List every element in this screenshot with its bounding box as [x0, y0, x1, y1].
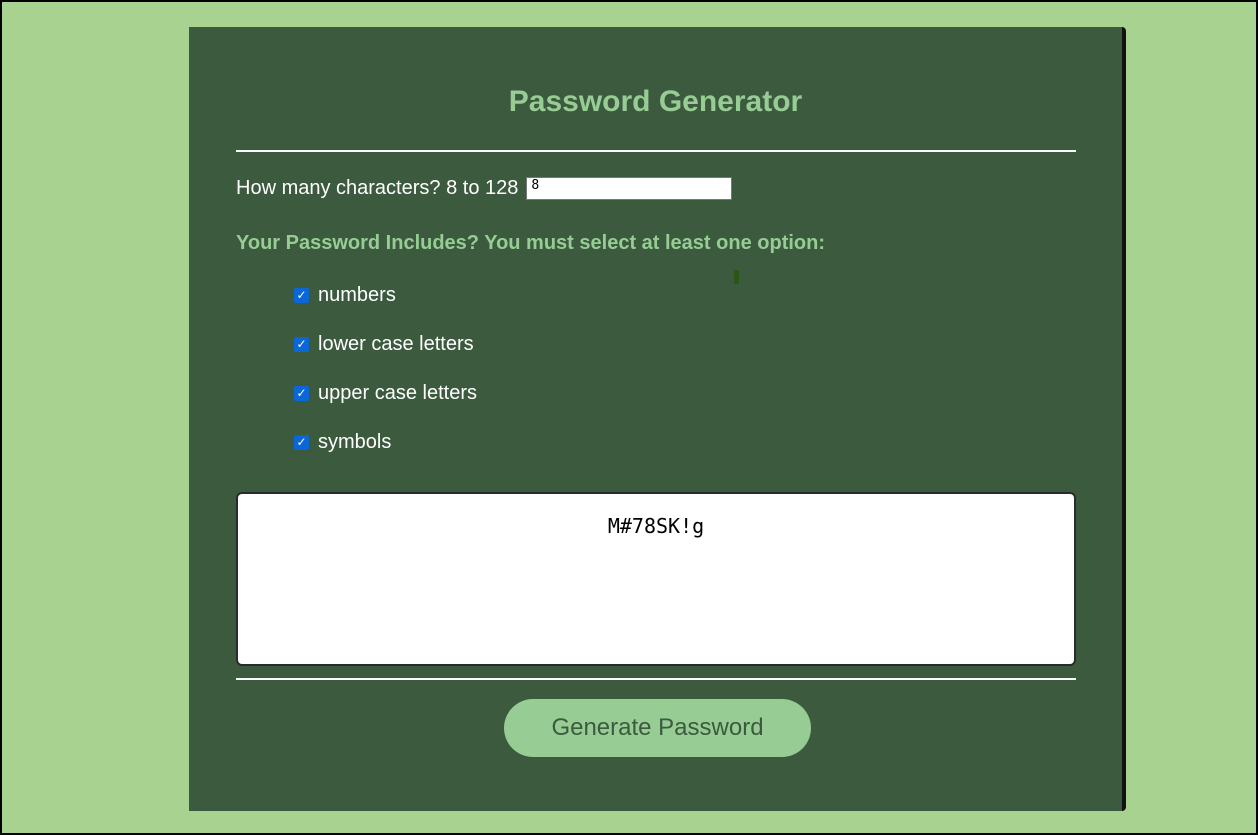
option-lowercase[interactable]: ✓ lower case letters — [294, 331, 477, 357]
criteria-label: Your Password Includes? You must select … — [236, 232, 826, 254]
lowercase-label: lower case letters — [318, 332, 474, 355]
generate-password-button[interactable]: Generate Password — [504, 699, 811, 757]
option-symbols[interactable]: ✓ symbols — [294, 429, 477, 455]
page-title: Password Generator — [508, 85, 803, 118]
password-output[interactable]: M#78SK!g — [236, 492, 1076, 666]
numbers-label: numbers — [318, 283, 396, 306]
numbers-checkbox[interactable]: ✓ — [294, 287, 309, 303]
option-numbers[interactable]: ✓ numbers — [294, 282, 477, 308]
option-uppercase[interactable]: ✓ upper case letters — [294, 380, 477, 406]
bottom-divider — [236, 678, 1076, 680]
generator-card: Password Generator How many characters? … — [189, 27, 1126, 811]
uppercase-label: upper case letters — [318, 381, 477, 404]
symbols-checkbox[interactable]: ✓ — [294, 434, 309, 450]
symbols-label: symbols — [318, 430, 392, 453]
length-input[interactable]: 8 — [526, 177, 733, 200]
uppercase-checkbox[interactable]: ✓ — [294, 385, 309, 401]
length-row: How many characters? 8 to 128 8 — [236, 177, 733, 200]
options-list: ✓ numbers ✓ lower case letters ✓ upper c… — [294, 282, 477, 478]
cursor-marker — [734, 270, 739, 284]
lowercase-checkbox[interactable]: ✓ — [294, 336, 309, 352]
length-label: How many characters? 8 to 128 — [236, 177, 519, 199]
top-divider — [236, 150, 1076, 152]
